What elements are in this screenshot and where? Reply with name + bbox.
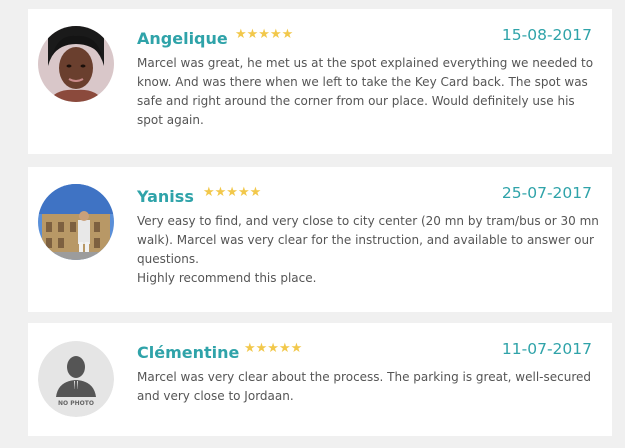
review-text: Marcel was great, he met us at the spot …	[137, 56, 594, 127]
review-date: 11-07-2017	[501, 340, 592, 358]
reviewer-name: Clémentine	[137, 343, 240, 362]
star-rating: ★★★★★	[235, 27, 294, 42]
avatar	[38, 26, 114, 102]
review-card: Angelique ★★★★★ 15-08-2017 Marcel was gr…	[28, 9, 612, 154]
no-photo-label: NO PHOTO	[58, 400, 94, 407]
avatar-placeholder: NO PHOTO	[38, 341, 114, 417]
review-date: 15-08-2017	[501, 26, 592, 44]
review-text-line: Very easy to find, and very close to cit…	[137, 214, 599, 266]
review-text: Marcel was very clear about the process.…	[137, 370, 591, 403]
star-rating: ★★★★★	[244, 341, 303, 356]
reviews-list: Angelique ★★★★★ 15-08-2017 Marcel was gr…	[0, 0, 625, 448]
reviewer-name: Yaniss	[137, 187, 194, 206]
review-text: Very easy to find, and very close to cit…	[137, 212, 599, 288]
review-card: NO PHOTO Clémentine ★★★★★ 11-07-2017 Mar…	[28, 323, 612, 436]
review-card: Yaniss ★★★★★ 25-07-2017 Very easy to fin…	[28, 167, 612, 312]
review-date: 25-07-2017	[501, 184, 592, 202]
reviewer-name: Angelique	[137, 29, 228, 48]
avatar	[38, 184, 114, 260]
review-text-line: Highly recommend this place.	[137, 271, 317, 285]
star-rating: ★★★★★	[203, 185, 262, 200]
